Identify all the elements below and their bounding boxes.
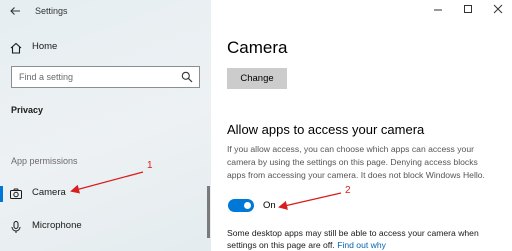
toggle-state-label: On: [263, 200, 276, 211]
sidebar-item-camera[interactable]: Camera: [0, 182, 205, 206]
sidebar-item-label: Camera: [32, 187, 66, 198]
footer-note: Some desktop apps may still be able to a…: [227, 227, 509, 251]
camera-access-toggle[interactable]: [228, 199, 254, 212]
minimize-button[interactable]: [428, 1, 448, 19]
search-input[interactable]: Find a setting: [11, 66, 200, 88]
sidebar-scrollbar[interactable]: [207, 186, 210, 238]
close-button[interactable]: [488, 1, 508, 19]
sidebar-item-microphone[interactable]: Microphone: [0, 215, 205, 239]
sidebar-item-label: Microphone: [32, 220, 82, 231]
window-controls: [422, 0, 512, 20]
page-title: Camera: [227, 38, 288, 57]
back-button[interactable]: [6, 2, 24, 20]
sidebar-item-home[interactable]: Home: [0, 36, 205, 60]
section-subheading: Allow apps to access your camera: [227, 122, 425, 137]
maximize-icon: [464, 5, 472, 13]
back-arrow-icon: [10, 7, 20, 15]
change-button[interactable]: Change: [227, 68, 287, 89]
group-label-app-permissions: App permissions: [11, 156, 78, 166]
toggle-knob: [244, 202, 251, 209]
section-header-privacy: Privacy: [11, 105, 44, 115]
search-icon[interactable]: [181, 71, 193, 83]
search-placeholder: Find a setting: [19, 72, 74, 82]
main-content: Camera Change Allow apps to access your …: [211, 0, 512, 251]
minimize-icon: [434, 9, 442, 11]
app-title: Settings: [35, 6, 68, 16]
maximize-button[interactable]: [458, 1, 478, 19]
sidebar-item-label: Home: [32, 41, 58, 52]
description-text: If you allow access, you can choose whic…: [227, 144, 485, 180]
find-out-why-link[interactable]: Find out why: [337, 240, 386, 250]
home-icon: [10, 42, 22, 54]
sidebar: Settings Home Find a setting Privacy App…: [0, 0, 211, 251]
camera-icon: [10, 188, 22, 199]
close-icon: [493, 4, 503, 14]
microphone-icon: [11, 221, 21, 233]
